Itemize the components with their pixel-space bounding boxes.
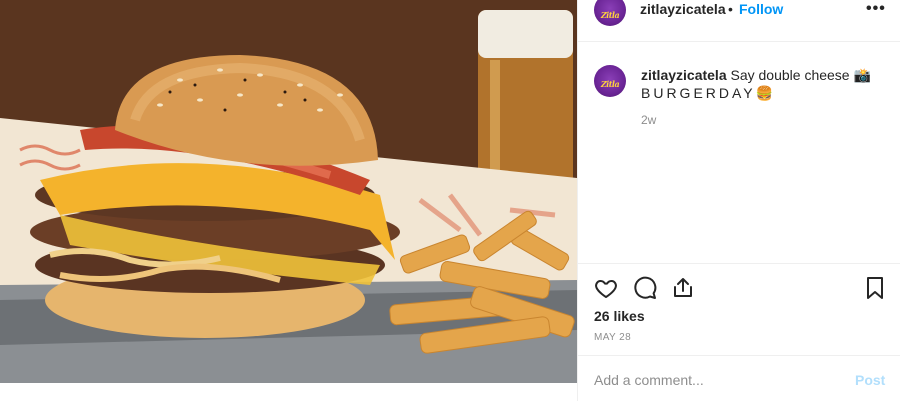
avatar-logo-text: Zitla bbox=[600, 10, 620, 20]
follow-button[interactable]: Follow bbox=[739, 1, 783, 17]
post-image[interactable] bbox=[0, 0, 577, 383]
separator-dot: • bbox=[728, 1, 733, 17]
like-count[interactable]: 26 likes bbox=[594, 308, 645, 324]
caption-avatar[interactable]: Zitla bbox=[594, 65, 626, 97]
image-bottom-space bbox=[0, 383, 577, 401]
action-bar: 26 likes MAY 28 bbox=[578, 263, 900, 355]
more-options-icon[interactable]: ••• bbox=[866, 0, 886, 18]
caption-hashline: BURGERDAY🍔 bbox=[641, 85, 777, 101]
caption-username[interactable]: zitlayzicatela bbox=[641, 67, 727, 83]
avatar[interactable]: Zitla bbox=[594, 0, 626, 26]
bookmark-icon[interactable] bbox=[861, 274, 889, 302]
caption-text: zitlayzicatela Say double cheese 📸 bbox=[641, 67, 871, 84]
share-icon[interactable] bbox=[669, 274, 697, 302]
burger-photo-illustration bbox=[0, 0, 577, 383]
comments-section: Zitla zitlayzicatela Say double cheese 📸… bbox=[578, 43, 900, 263]
caption-body: Say double cheese 📸 bbox=[730, 67, 871, 83]
avatar-logo-text: Zitla bbox=[600, 79, 620, 89]
post-header: Zitla zitlayzicatela • Follow ••• bbox=[578, 0, 900, 42]
caption-timestamp[interactable]: 2w bbox=[641, 113, 656, 127]
post-date[interactable]: MAY 28 bbox=[594, 332, 631, 343]
post-side-panel: Zitla zitlayzicatela • Follow ••• Zitla … bbox=[577, 0, 900, 401]
post-comment-button[interactable]: Post bbox=[855, 372, 885, 388]
heart-icon[interactable] bbox=[592, 274, 620, 302]
comment-input[interactable] bbox=[594, 370, 834, 390]
add-comment-bar: Post bbox=[578, 355, 900, 401]
header-username[interactable]: zitlayzicatela bbox=[640, 1, 726, 17]
comment-icon[interactable] bbox=[631, 274, 659, 302]
